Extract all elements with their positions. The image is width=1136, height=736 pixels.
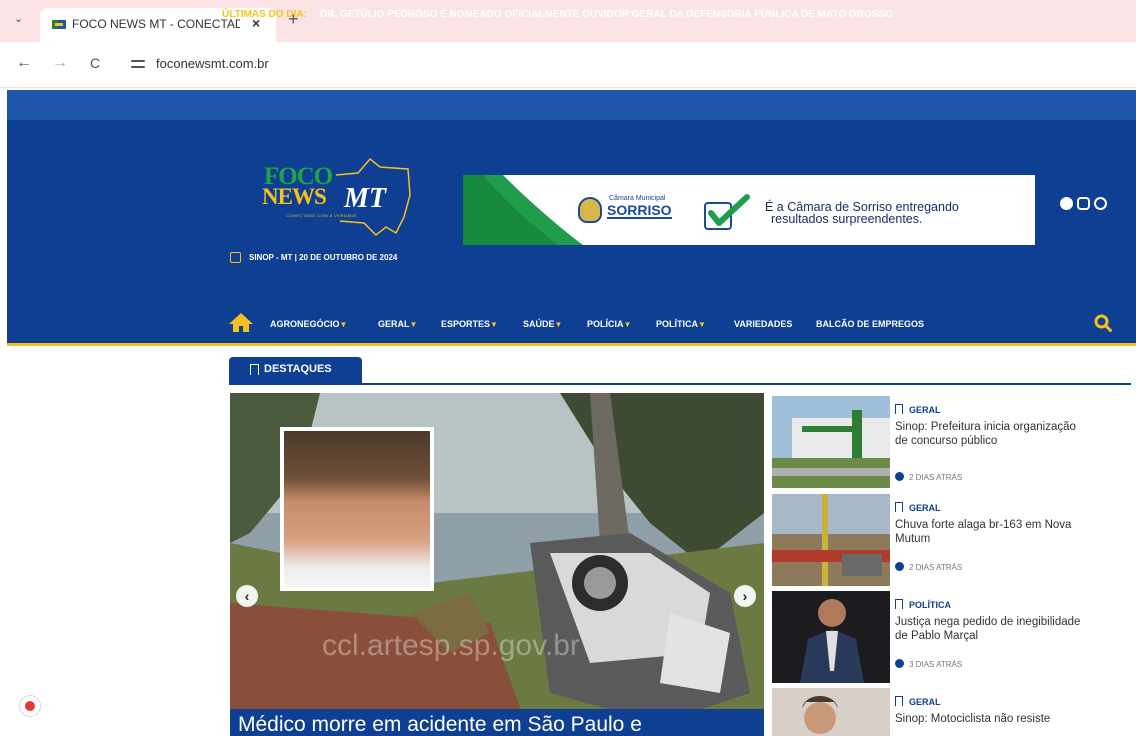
featured-story[interactable]: ccl.artesp.sp.gov.br ‹ › Médico morre em… <box>230 393 764 736</box>
bookmark-icon <box>250 364 259 375</box>
ticker-headline[interactable]: DR. GETÚLIO PEDROSO É NOMEADO OFICIALMEN… <box>320 9 893 20</box>
forward-button[interactable]: → <box>52 55 68 71</box>
side-story-category: GERAL <box>895 696 941 707</box>
facebook-icon[interactable] <box>1060 197 1073 210</box>
nav-item-label: POLÍTICA <box>656 319 698 329</box>
nav-item-esportes[interactable]: ESPORTES▼ <box>441 319 498 329</box>
instagram-icon[interactable] <box>1077 197 1090 210</box>
bookmark-icon <box>895 696 903 706</box>
logo-tagline: CONECTADO COM A VERDADE <box>286 213 357 218</box>
highlights-divider <box>229 383 1131 385</box>
logo-news-text: NEWS <box>262 184 327 209</box>
whatsapp-icon[interactable] <box>1094 197 1107 210</box>
side-story-thumbnail <box>772 591 890 683</box>
side-story[interactable]: GERAL Sinop: Prefeitura inicia organizaç… <box>772 396 1132 488</box>
chevron-down-icon: ▼ <box>554 320 563 329</box>
nav-item-politica[interactable]: POLÍTICA▼ <box>656 319 706 329</box>
nav-item-balcao-de-empregos[interactable]: BALCÃO DE EMPREGOS <box>816 319 924 329</box>
nav-item-label: POLÍCIA <box>587 319 624 329</box>
side-story-category-label: POLÍTICA <box>909 600 951 610</box>
ad-camara-label: Câmara Municipal <box>609 195 666 202</box>
checkmark-icon <box>704 194 750 230</box>
image-watermark: ccl.artesp.sp.gov.br <box>322 629 580 662</box>
side-story-title[interactable]: Chuva forte alaga br-163 em Nova Mutum <box>895 518 1085 546</box>
chevron-down-icon: ▼ <box>409 320 418 329</box>
address-bar: ← → C foconewsmt.com.br <box>0 42 1136 88</box>
search-icon[interactable] <box>1094 314 1112 332</box>
chevron-down-icon: ▼ <box>698 320 706 329</box>
chevron-down-icon: ▼ <box>623 320 632 329</box>
nav-item-label: AGRONEGÓCIO <box>270 319 340 329</box>
bookmark-icon <box>895 404 903 414</box>
side-story-title[interactable]: Sinop: Prefeitura inicia organização de … <box>895 420 1085 448</box>
site-favicon-icon <box>52 20 66 29</box>
nav-item-policia[interactable]: POLÍCIA▼ <box>587 319 631 329</box>
side-story-time: 2 DIAS ATRÁS <box>895 472 962 482</box>
side-story-thumbnail <box>772 396 890 488</box>
tab-search-chevron-icon[interactable]: ⌄ <box>14 12 23 25</box>
logo-mt-text: MT <box>344 183 386 214</box>
side-story-time-label: 3 DIAS ATRÁS <box>909 660 963 669</box>
back-button[interactable]: ← <box>16 55 32 71</box>
side-story-category-label: GERAL <box>909 697 941 707</box>
side-story-title[interactable]: Sinop: Motociclista não resiste <box>895 712 1085 726</box>
side-story-category: GERAL <box>895 502 941 513</box>
side-story-time: 3 DIAS ATRÁS <box>895 659 962 669</box>
nav-item-label: GERAL <box>378 319 410 329</box>
side-story-time: 2 DIAS ATRÁS <box>895 562 962 572</box>
side-story[interactable]: POLÍTICA Justiça nega pedido de inegibil… <box>772 591 1132 683</box>
camara-sorriso-ad-banner[interactable]: Câmara Municipal SORRISO É a Câmara de S… <box>463 175 1035 245</box>
featured-caption-bar: Médico morre em acidente em São Paulo e <box>230 709 764 736</box>
nav-item-saude[interactable]: SAÚDE▼ <box>523 319 562 329</box>
side-story-category: POLÍTICA <box>895 599 951 610</box>
main-navigation <box>7 300 1136 346</box>
chevron-down-icon: ▼ <box>339 320 348 329</box>
site-settings-icon[interactable] <box>131 58 145 70</box>
nav-item-agronegocio[interactable]: AGRONEGÓCIO▼ <box>270 319 347 329</box>
clock-icon <box>895 472 904 481</box>
reload-button[interactable]: C <box>90 55 100 71</box>
browser-tab-strip: ⌄ FOCO NEWS MT - CONECTADO COM A VERDADE… <box>0 0 1136 42</box>
featured-story-title[interactable]: Médico morre em acidente em São Paulo e <box>238 713 642 736</box>
nav-item-label: SAÚDE <box>523 319 555 329</box>
side-story-time-label: 2 DIAS ATRÁS <box>909 563 963 572</box>
side-story-category-label: GERAL <box>909 503 941 513</box>
url-field[interactable]: foconewsmt.com.br <box>156 56 269 71</box>
side-story-category: GERAL <box>895 404 941 415</box>
latest-news-ticker <box>7 90 1136 120</box>
victim-portrait-image <box>280 427 434 591</box>
tab-title: FOCO NEWS MT - CONECTADO COM A VERDADE <box>72 17 240 31</box>
side-story[interactable]: GERAL Sinop: Motociclista não resiste <box>772 688 1132 736</box>
ad-green-swoosh <box>463 175 583 245</box>
bell-icon <box>25 701 35 711</box>
side-story-thumbnail <box>772 688 890 736</box>
nav-item-label: ESPORTES <box>441 319 491 329</box>
bookmark-icon <box>895 599 903 609</box>
chevron-down-icon: ▼ <box>490 320 498 329</box>
nav-item-variedades[interactable]: VARIEDADES <box>734 319 792 329</box>
sorriso-seal-icon <box>578 197 602 223</box>
clock-icon <box>895 659 904 668</box>
highlights-tab-label: DESTAQUES <box>264 363 332 375</box>
ad-city-label: SORRISO <box>607 202 672 219</box>
ticker-label: ÚLTIMAS DO DIA: <box>222 9 307 20</box>
side-story-thumbnail <box>772 494 890 586</box>
nav-item-geral[interactable]: GERAL▼ <box>378 319 417 329</box>
notification-bell-button[interactable] <box>19 695 41 717</box>
clock-icon <box>895 562 904 571</box>
current-date: SINOP - MT | 20 DE OUTUBRO DE 2024 <box>249 253 398 262</box>
side-story-title[interactable]: Justiça nega pedido de inegibilidade de … <box>895 615 1085 643</box>
carousel-prev-button[interactable]: ‹ <box>236 585 258 607</box>
side-story-time-label: 2 DIAS ATRÁS <box>909 473 963 482</box>
side-story[interactable]: GERAL Chuva forte alaga br-163 em Nova M… <box>772 494 1132 586</box>
side-story-category-label: GERAL <box>909 405 941 415</box>
calendar-icon <box>230 252 241 263</box>
home-icon[interactable] <box>228 312 254 332</box>
carousel-next-button[interactable]: › <box>734 585 756 607</box>
bookmark-icon <box>895 502 903 512</box>
site-logo[interactable]: FOCO NEWS MT CONECTADO COM A VERDADE <box>258 155 418 245</box>
ad-slogan-line-2: resultados surpreendentes. <box>771 212 923 226</box>
ad-slogan: É a Câmara de Sorriso entregando resulta… <box>765 201 959 226</box>
